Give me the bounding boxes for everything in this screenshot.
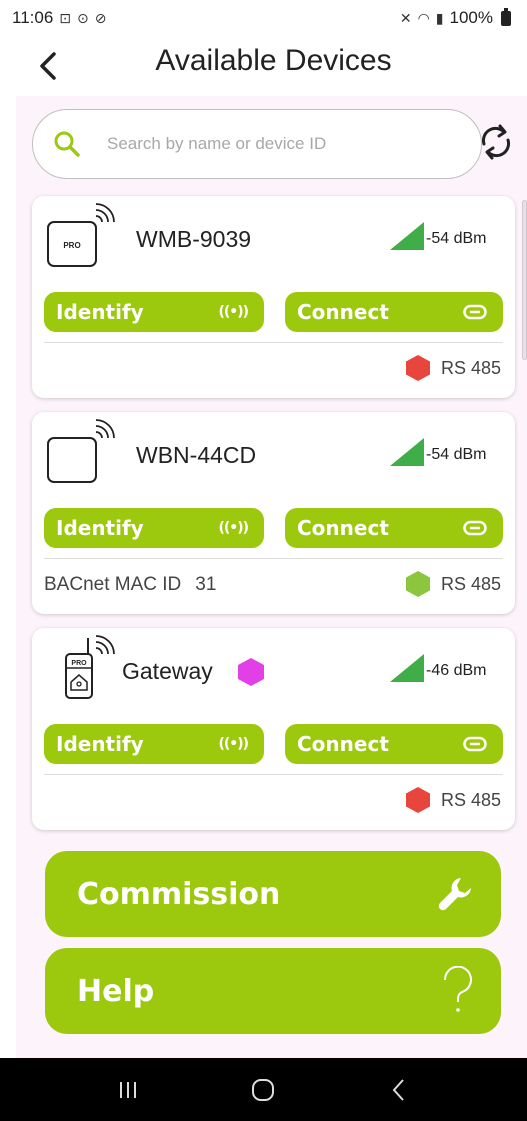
help-label: Help <box>77 973 155 1009</box>
identify-button[interactable]: Identify ((•)) <box>44 724 264 764</box>
identify-label: Identify <box>56 300 144 324</box>
bacnet-value: 31 <box>195 574 217 595</box>
link-icon <box>463 304 487 320</box>
battery-percent: 100% <box>449 8 493 27</box>
broadcast-icon: ((•)) <box>218 736 249 752</box>
signal-value: -54 dBm <box>426 446 487 463</box>
status-hexagon-icon <box>406 787 430 813</box>
search-bar[interactable] <box>32 109 482 179</box>
status-bar: 11:06 ⊡ ⊙ ⊘ ✕ ◠ ▮ 100% <box>0 0 527 36</box>
device-name: WBN-44CD <box>136 442 257 468</box>
device-card[interactable]: PRO Gateway -46 dBm Identify ((•)) Conne… <box>32 628 515 830</box>
broadcast-icon: ((•)) <box>218 304 249 320</box>
mute-icon: ✕ <box>399 9 412 26</box>
identify-button[interactable]: Identify ((•)) <box>44 508 264 548</box>
protocol-label: RS 485 <box>441 573 502 594</box>
search-input[interactable] <box>107 134 427 154</box>
help-button[interactable]: Help <box>45 948 501 1034</box>
identify-label: Identify <box>56 732 144 756</box>
protocol-indicator: RS 485 <box>405 354 515 382</box>
battery-icon <box>501 7 511 26</box>
protocol-label: RS 485 <box>441 357 502 378</box>
connect-label: Connect <box>297 516 389 540</box>
blank-device-icon <box>47 419 115 483</box>
status-hexagon-icon <box>406 571 430 597</box>
device-name: WMB-9039 <box>136 226 252 252</box>
cell-signal-icon: ▮ <box>435 9 444 26</box>
screenshot-icon: ⊡ <box>59 9 72 26</box>
divider <box>44 774 503 775</box>
broadcast-icon: ((•)) <box>218 520 249 536</box>
recent-apps-button[interactable] <box>108 1070 148 1110</box>
nav-back-icon <box>392 1078 404 1101</box>
signal-icon <box>390 222 424 250</box>
pro-device-icon: PRO <box>47 203 115 267</box>
gateway-device-icon: PRO <box>65 635 115 699</box>
identify-label: Identify <box>56 516 144 540</box>
commission-label: Commission <box>77 876 281 912</box>
identify-button[interactable]: Identify ((•)) <box>44 292 264 332</box>
signal-strength: -46 dBm <box>390 654 486 682</box>
bacnet-label: BACnet MAC ID <box>44 574 182 595</box>
home-button[interactable] <box>243 1070 283 1110</box>
svg-text:PRO: PRO <box>63 241 80 250</box>
protocol-label: RS 485 <box>441 789 502 810</box>
connect-button[interactable]: Connect <box>285 508 503 548</box>
connect-label: Connect <box>297 732 389 756</box>
signal-value: -54 dBm <box>426 230 487 247</box>
device-card[interactable]: PRO WMB-9039 -54 dBm Identify ((•)) Conn… <box>32 196 515 398</box>
signal-icon <box>390 438 424 466</box>
system-navigation-bar <box>0 1058 527 1121</box>
signal-strength: -54 dBm <box>390 438 486 466</box>
divider <box>44 558 503 559</box>
connect-label: Connect <box>297 300 389 324</box>
device-card[interactable]: WBN-44CD -54 dBm Identify ((•)) Connect … <box>32 412 515 614</box>
link-icon <box>463 520 487 536</box>
signal-value: -46 dBm <box>426 662 487 679</box>
gateway-status-hexagon-icon <box>238 658 264 686</box>
scrollbar[interactable] <box>522 200 527 360</box>
link-icon <box>463 736 487 752</box>
location-icon: ⊙ <box>77 9 89 26</box>
refresh-icon[interactable] <box>476 122 516 162</box>
signal-icon <box>390 654 424 682</box>
bacnet-mac-id: BACnet MAC ID 31 <box>44 574 216 596</box>
connect-button[interactable]: Connect <box>285 724 503 764</box>
search-icon <box>54 131 80 157</box>
recent-apps-icon <box>119 1081 136 1098</box>
wifi-icon: ◠ <box>417 9 430 26</box>
app-header: Available Devices <box>0 36 527 96</box>
protocol-indicator: RS 485 <box>405 786 515 814</box>
commission-button[interactable]: Commission <box>45 851 501 937</box>
signal-strength: -54 dBm <box>390 222 486 250</box>
divider <box>44 342 503 343</box>
home-icon <box>252 1078 275 1101</box>
protocol-indicator: RS 485 <box>405 570 515 598</box>
link-notification-icon: ⊘ <box>94 9 107 26</box>
svg-text:PRO: PRO <box>71 660 87 667</box>
device-name: Gateway <box>122 658 213 684</box>
wrench-icon <box>438 878 471 911</box>
question-mark-icon <box>443 966 472 1012</box>
connect-button[interactable]: Connect <box>285 292 503 332</box>
device-list-panel: PRO WMB-9039 -54 dBm Identify ((•)) Conn… <box>16 96 527 1058</box>
status-hexagon-icon <box>406 355 430 381</box>
back-button[interactable] <box>379 1070 419 1110</box>
status-time: 11:06 <box>12 8 54 27</box>
page-title: Available Devices <box>155 44 392 77</box>
